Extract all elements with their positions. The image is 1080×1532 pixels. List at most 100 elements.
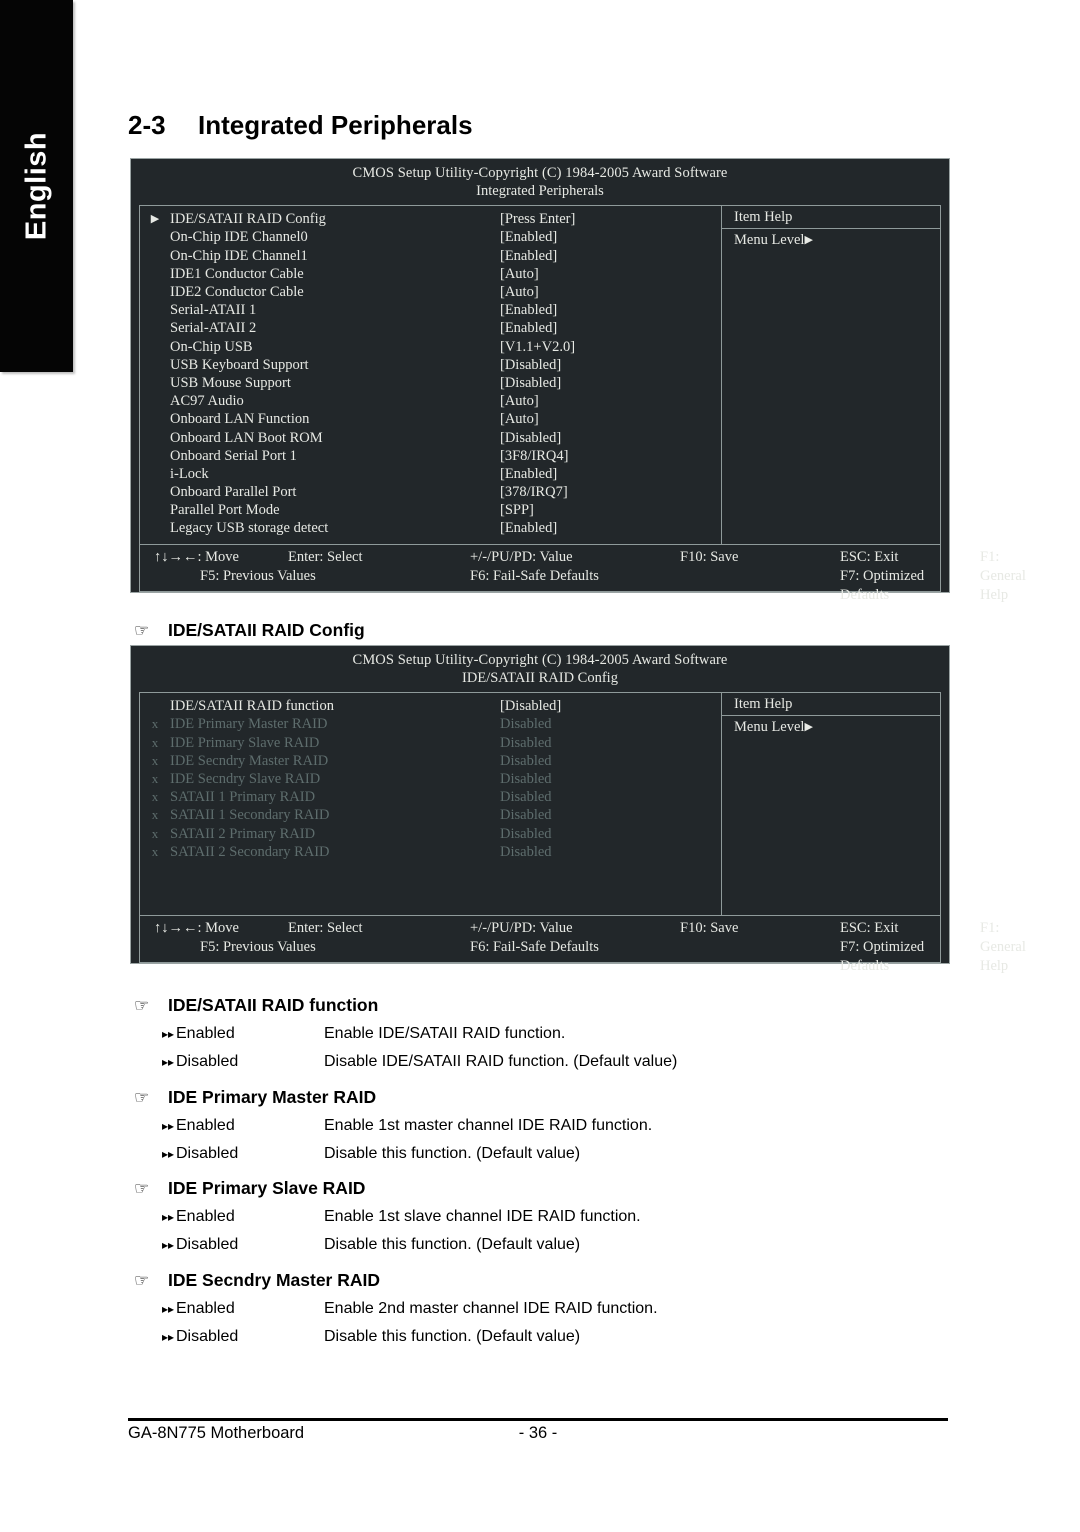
bios-key-hint: ↑↓→←: Move xyxy=(154,548,239,565)
bios-setting-row[interactable]: x SATAII 1 Primary RAID Disabled xyxy=(140,788,721,806)
bios-setting-value[interactable]: [Enabled] xyxy=(500,465,557,483)
bios-setting-value[interactable]: [Enabled] xyxy=(500,228,557,246)
bios-setting-value[interactable]: [Enabled] xyxy=(500,301,557,319)
option-row: ▸▸ Enabled Enable 1st master channel IDE R… xyxy=(162,1117,652,1135)
bios-setting-value[interactable]: Disabled xyxy=(500,843,552,861)
bios-setting-value[interactable]: [Press Enter] xyxy=(500,210,575,228)
bios-settings-list: ▶ IDE/SATAII RAID Config [Press Enter] On-C… xyxy=(140,206,722,544)
bios-setting-value[interactable]: [Enabled] xyxy=(500,247,557,265)
bios-setting-value[interactable]: [Disabled] xyxy=(500,356,561,374)
bios-setting-name: On-Chip IDE Channel1 xyxy=(170,247,308,264)
section-number: 2-3 xyxy=(128,110,166,140)
bios-setting-row[interactable]: On-Chip IDE Channel0 [Enabled] xyxy=(140,228,721,246)
bios-key-legend-line: ↑↓→←: Move Enter: Select +/-/PU/PD: Value F… xyxy=(140,548,1026,603)
bios-setting-value[interactable]: [Auto] xyxy=(500,265,539,283)
bios-setting-row[interactable]: i-Lock [Enabled] xyxy=(140,465,721,483)
bios-setting-value[interactable]: [Enabled] xyxy=(500,319,557,337)
bios-key-hint: F5: Previous Values xyxy=(200,567,316,584)
bios-setting-value[interactable]: [Disabled] xyxy=(500,429,561,447)
option-description: Enable IDE/SATAII RAID function. xyxy=(324,1025,566,1042)
bios-setting-row[interactable]: x IDE Secndry Slave RAID Disabled xyxy=(140,770,721,788)
triangle-right-icon: ▶ xyxy=(804,234,813,247)
option-value-label: Enabled xyxy=(176,1208,235,1225)
language-tab: English xyxy=(0,0,73,372)
page-title: 2-3 Integrated Peripherals xyxy=(128,110,948,141)
pointing-hand-icon: ☞ xyxy=(134,1088,150,1107)
bios-setting-row[interactable]: IDE1 Conductor Cable [Auto] xyxy=(140,265,721,283)
language-tab-label: English xyxy=(20,131,52,241)
bios-setting-name: SATAII 2 Secondary RAID xyxy=(170,843,330,860)
bios-setting-row[interactable]: Parallel Port Mode [SPP] xyxy=(140,501,721,519)
option-row: ▸▸ Disabled Disable IDE/SATAII RAID functi… xyxy=(162,1053,677,1071)
bios-setting-value[interactable]: Disabled xyxy=(500,788,552,806)
disabled-marker-icon: x xyxy=(151,789,159,805)
bios-setting-row[interactable]: On-Chip USB [V1.1+V2.0] xyxy=(140,338,721,356)
bios-setting-value[interactable]: [Auto] xyxy=(500,392,539,410)
bios-setting-value[interactable]: Disabled xyxy=(500,715,552,733)
bios-setting-row[interactable]: USB Mouse Support [Disabled] xyxy=(140,374,721,392)
bios-setting-value[interactable]: Disabled xyxy=(500,825,552,843)
option-section-title: IDE Primary Slave RAID xyxy=(168,1178,366,1198)
bios-setting-row[interactable]: ▶ IDE/SATAII RAID Config [Press Enter] xyxy=(140,210,721,228)
bios-setting-row[interactable]: AC97 Audio [Auto] xyxy=(140,392,721,410)
bios-body: ▶ IDE/SATAII RAID Config [Press Enter] On-C… xyxy=(140,206,940,544)
bios-setting-name: On-Chip USB xyxy=(170,338,253,355)
bios-setting-value[interactable]: [Disabled] xyxy=(500,697,561,715)
bios-setting-name: USB Keyboard Support xyxy=(170,356,309,373)
bios-setting-value[interactable]: [SPP] xyxy=(500,501,534,519)
bios-setting-row[interactable]: IDE2 Conductor Cable [Auto] xyxy=(140,283,721,301)
bios-setting-row[interactable]: Onboard Serial Port 1 [3F8/IRQ4] xyxy=(140,447,721,465)
subsection-heading-label: IDE/SATAII RAID Config xyxy=(168,620,365,640)
bios-key-hint: ↑↓→←: Move xyxy=(154,920,239,937)
bios-setting-row[interactable]: On-Chip IDE Channel1 [Enabled] xyxy=(140,247,721,265)
bios-setting-value[interactable]: [V1.1+V2.0] xyxy=(500,338,575,356)
bios-setting-row[interactable]: USB Keyboard Support [Disabled] xyxy=(140,356,721,374)
bios-screenshot-raid-config: CMOS Setup Utility-Copyright (C) 1984-20… xyxy=(130,645,1026,974)
bios-titlebar: CMOS Setup Utility-Copyright (C) 1984-20… xyxy=(131,159,949,203)
bios-setting-value[interactable]: [378/IRQ7] xyxy=(500,483,568,501)
bios-setting-value[interactable]: Disabled xyxy=(500,734,552,752)
bios-key-hint: +/-/PU/PD: Value xyxy=(470,548,573,565)
subsection-heading-raid-config: ☞ IDE/SATAII RAID Config xyxy=(134,620,365,641)
bios-setting-row[interactable]: x IDE Secndry Master RAID Disabled xyxy=(140,752,721,770)
bios-setting-row[interactable]: x SATAII 2 Secondary RAID Disabled xyxy=(140,843,721,861)
bios-setting-row[interactable]: Onboard Parallel Port [378/IRQ7] xyxy=(140,483,721,501)
bios-titlebar: CMOS Setup Utility-Copyright (C) 1984-20… xyxy=(131,646,949,690)
disabled-marker-icon: x xyxy=(151,825,159,841)
bios-setting-row[interactable]: x SATAII 2 Primary RAID Disabled xyxy=(140,825,721,843)
bios-key-hint: F10: Save xyxy=(680,548,739,565)
bios-setting-name: IDE Secndry Master RAID xyxy=(170,752,329,769)
bios-key-legend: ↑↓→←: Move Enter: Select +/-/PU/PD: Value F… xyxy=(140,915,1026,974)
bios-settings-list: IDE/SATAII RAID function [Disabled] x IDE P… xyxy=(140,693,722,916)
bios-setting-row[interactable]: x IDE Primary Master RAID Disabled xyxy=(140,715,721,733)
bios-setting-row[interactable]: Serial-ATAII 2 [Enabled] xyxy=(140,319,721,337)
bios-setting-name: Legacy USB storage detect xyxy=(170,520,329,537)
bios-setting-name: Onboard LAN Function xyxy=(170,411,310,428)
bios-setting-value[interactable]: [Enabled] xyxy=(500,519,557,537)
bios-setting-row[interactable]: Serial-ATAII 1 [Enabled] xyxy=(140,301,721,319)
option-value-label: Disabled xyxy=(176,1053,239,1070)
bios-setting-value[interactable]: Disabled xyxy=(500,752,552,770)
bios-setting-row[interactable]: x IDE Primary Slave RAID Disabled xyxy=(140,734,721,752)
bios-setting-name: IDE2 Conductor Cable xyxy=(170,284,304,300)
bios-key-hint: +/-/PU/PD: Value xyxy=(470,920,573,937)
bios-key-hint: F5: Previous Values xyxy=(200,939,316,956)
bios-setting-row[interactable]: IDE/SATAII RAID function [Disabled] xyxy=(140,697,721,715)
bios-setting-value[interactable]: [3F8/IRQ4] xyxy=(500,447,568,465)
option-value-label: Enabled xyxy=(176,1300,235,1317)
bios-setting-value[interactable]: [Auto] xyxy=(500,283,539,301)
bios-setting-name: IDE Secndry Slave RAID xyxy=(170,771,321,787)
bios-setting-row[interactable]: Onboard LAN Function [Auto] xyxy=(140,410,721,428)
bios-setting-row[interactable]: x SATAII 1 Secondary RAID Disabled xyxy=(140,806,721,824)
bios-setting-name: IDE/SATAII RAID Config xyxy=(170,211,326,228)
bios-setting-name: AC97 Audio xyxy=(170,393,244,410)
bios-setting-row[interactable]: Legacy USB storage detect [Enabled] xyxy=(140,519,721,537)
option-row: ▸▸ Disabled Disable this function. (Defaul… xyxy=(162,1145,580,1163)
bios-setting-value[interactable]: [Disabled] xyxy=(500,374,561,392)
option-description: Disable this function. (Default value) xyxy=(324,1145,581,1162)
footer-divider xyxy=(128,1418,948,1421)
bios-setting-value[interactable]: Disabled xyxy=(500,770,552,788)
bios-setting-value[interactable]: Disabled xyxy=(500,806,552,824)
bios-setting-row[interactable]: Onboard LAN Boot ROM [Disabled] xyxy=(140,429,721,447)
bios-setting-value[interactable]: [Auto] xyxy=(500,410,539,428)
